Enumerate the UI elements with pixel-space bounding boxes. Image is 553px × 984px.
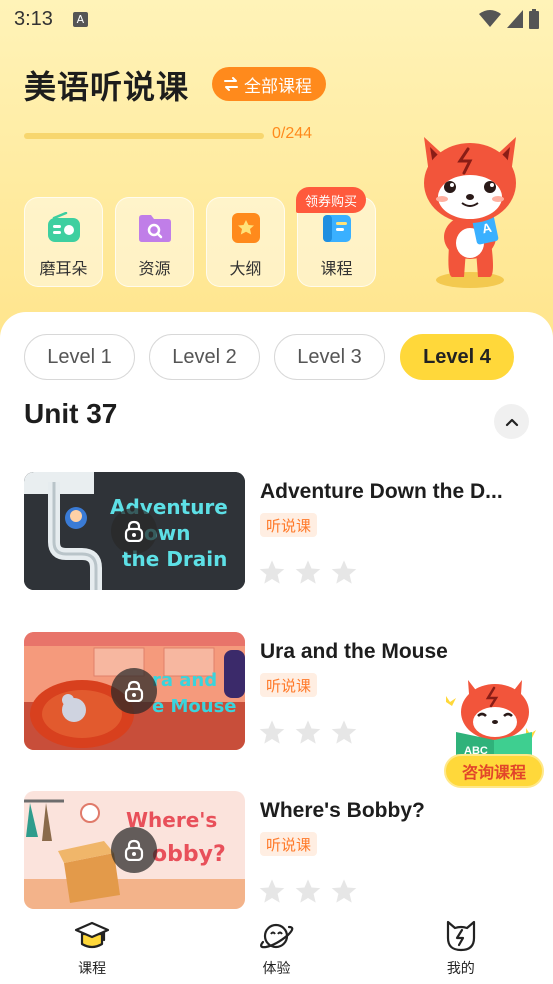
star-icon bbox=[295, 560, 321, 584]
course-row[interactable]: Where's obby? Where's Bobby? 听说课 bbox=[0, 791, 553, 911]
course-tag: 听说课 bbox=[260, 513, 318, 537]
course-tag: 听说课 bbox=[260, 832, 318, 856]
radio-icon bbox=[47, 212, 80, 242]
all-courses-button[interactable]: 全部课程 bbox=[212, 67, 326, 101]
shortcut-ear-training[interactable]: 磨耳朵 bbox=[24, 197, 103, 287]
star-icon bbox=[295, 879, 321, 903]
star-icon bbox=[331, 720, 357, 744]
page-title: 美语听说课 bbox=[24, 68, 190, 106]
course-thumbnail: Adventure own the Drain bbox=[24, 472, 245, 590]
tab-level-1[interactable]: Level 1 bbox=[24, 334, 135, 380]
battery-icon bbox=[529, 9, 539, 29]
nav-item-experience[interactable]: 体验 bbox=[184, 910, 368, 984]
svg-text:e Mouse: e Mouse bbox=[152, 696, 237, 717]
graduation-cap-icon bbox=[75, 921, 110, 949]
nav-item-mine[interactable]: 我的 bbox=[369, 910, 553, 984]
planet-icon bbox=[260, 923, 294, 949]
wifi-icon bbox=[479, 10, 501, 27]
folder-icon bbox=[138, 215, 171, 242]
course-name: Adventure Down the D... bbox=[260, 480, 503, 503]
course-name: Where's Bobby? bbox=[260, 799, 425, 822]
tab-level-4[interactable]: Level 4 bbox=[400, 334, 514, 380]
star-rating bbox=[258, 558, 358, 586]
book-icon bbox=[322, 215, 351, 242]
lock-icon bbox=[124, 680, 144, 702]
tab-level-3[interactable]: Level 3 bbox=[274, 334, 385, 380]
coupon-badge[interactable]: 领券购买 bbox=[296, 187, 367, 213]
status-time: 3:13 bbox=[14, 7, 53, 30]
status-icons bbox=[479, 9, 539, 29]
fox-reading-icon: ABC bbox=[446, 680, 536, 764]
progress-bar bbox=[24, 133, 264, 139]
star-icon bbox=[331, 560, 357, 584]
shortcut-label: 资源 bbox=[138, 259, 171, 278]
chevron-up-icon bbox=[505, 418, 518, 426]
nav-item-courses[interactable]: 课程 bbox=[0, 910, 184, 984]
star-icon bbox=[295, 720, 321, 744]
star-icon bbox=[259, 720, 285, 744]
star-rating bbox=[258, 877, 358, 905]
lock-icon bbox=[124, 520, 144, 542]
course-thumbnail: Where's obby? bbox=[24, 791, 245, 909]
unit-title: Unit 37 bbox=[24, 398, 118, 429]
outline-icon bbox=[231, 213, 260, 243]
star-icon bbox=[259, 560, 285, 584]
nav-label: 体验 bbox=[262, 961, 291, 977]
star-rating bbox=[258, 718, 358, 746]
lock-badge bbox=[111, 668, 157, 714]
progress-text: 0/244 bbox=[272, 125, 313, 142]
notification-icon: A bbox=[72, 11, 88, 27]
svg-text:ra and: ra and bbox=[152, 670, 217, 691]
shortcut-resources[interactable]: 资源 bbox=[115, 197, 194, 287]
status-bar: 3:13 A bbox=[0, 0, 553, 38]
bottom-nav: 课程 体验 我的 bbox=[0, 910, 553, 984]
consult-button[interactable]: 咨询课程 bbox=[444, 754, 544, 788]
shortcut-outline[interactable]: 大纲 bbox=[206, 197, 285, 287]
nav-label: 我的 bbox=[446, 961, 475, 977]
cat-face-icon bbox=[446, 920, 475, 952]
shortcut-label: 课程 bbox=[320, 259, 353, 278]
signal-icon bbox=[507, 10, 523, 28]
tab-level-2[interactable]: Level 2 bbox=[149, 334, 260, 380]
nav-label: 课程 bbox=[78, 961, 107, 977]
course-name: Ura and the Mouse bbox=[260, 640, 448, 663]
collapse-button[interactable] bbox=[494, 404, 529, 439]
svg-text:obby?: obby? bbox=[152, 842, 226, 867]
lock-badge bbox=[111, 827, 157, 873]
shortcut-label: 磨耳朵 bbox=[39, 259, 88, 278]
swap-icon bbox=[224, 77, 238, 91]
star-icon bbox=[331, 879, 357, 903]
star-icon bbox=[259, 879, 285, 903]
all-courses-label: 全部课程 bbox=[244, 76, 312, 97]
fox-mascot-icon: A bbox=[424, 137, 516, 288]
course-thumbnail: ra and e Mouse bbox=[24, 632, 245, 750]
course-tag: 听说课 bbox=[260, 673, 318, 697]
lock-icon bbox=[124, 839, 144, 861]
course-row[interactable]: Adventure own the Drain Adventure Down t… bbox=[0, 472, 553, 592]
shortcut-label: 大纲 bbox=[229, 259, 262, 278]
lock-badge bbox=[111, 508, 157, 554]
